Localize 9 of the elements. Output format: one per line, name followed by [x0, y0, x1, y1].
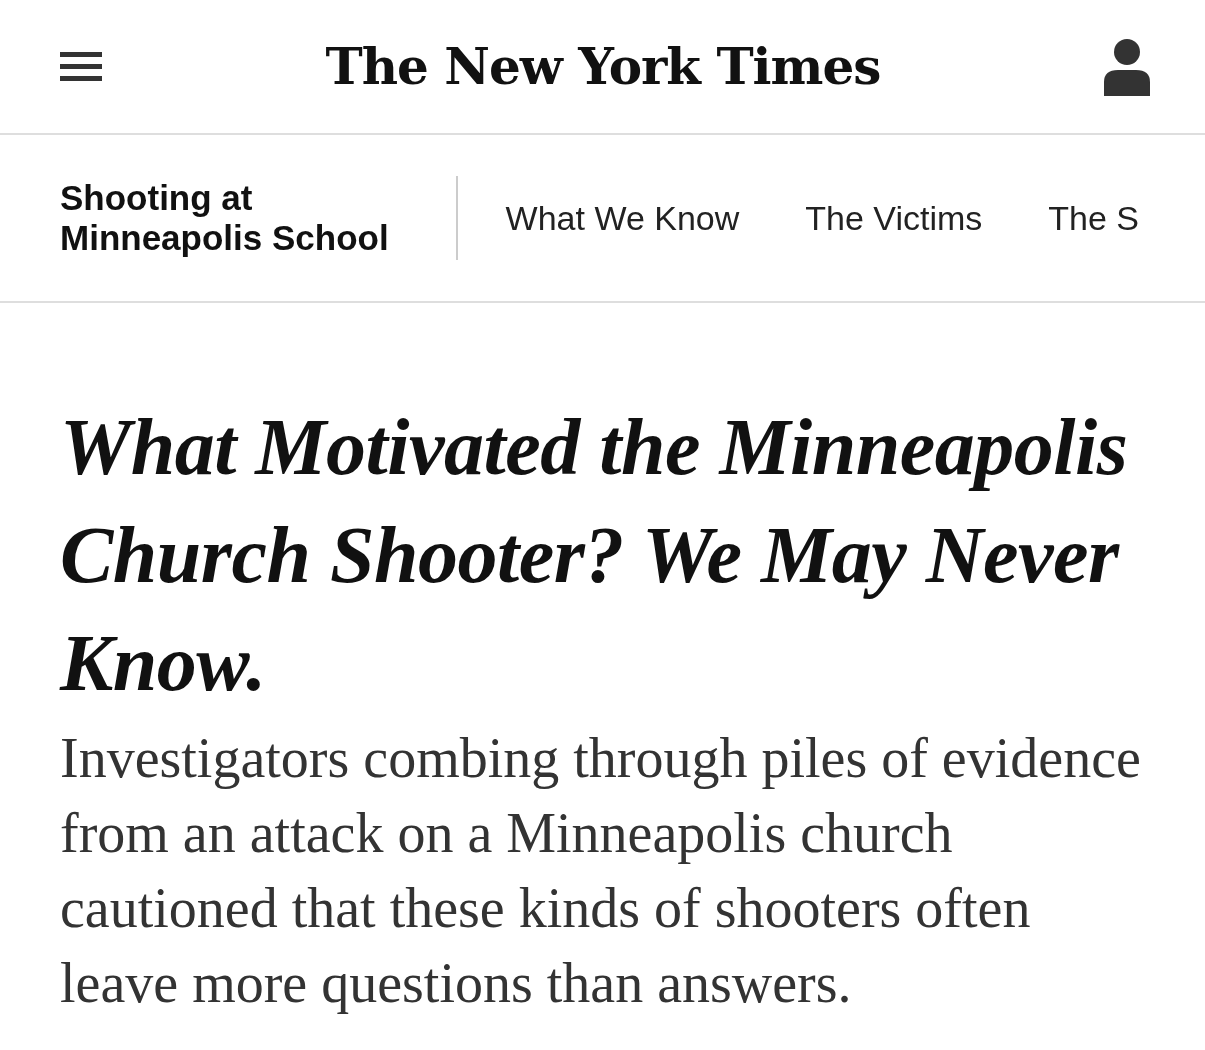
nav-link[interactable]: The Victims: [805, 198, 983, 238]
nav-link[interactable]: The S: [1048, 198, 1139, 238]
headline: What Motivated the Minneapolis Church Shooter? We May Never Know.: [60, 402, 1129, 709]
user-icon[interactable]: [1104, 37, 1150, 96]
article-summary: Investigators combing through piles of evidence from an attack on a Minneapolis church cautioned that these kinds of shooters often leave more questions than answers.: [60, 726, 1142, 1016]
section-title: Shooting at Minneapolis School: [60, 178, 390, 258]
nav-link[interactable]: What We Know: [505, 198, 740, 238]
menu-icon[interactable]: [60, 51, 102, 82]
site-logo[interactable]: The New York Times: [325, 37, 881, 96]
